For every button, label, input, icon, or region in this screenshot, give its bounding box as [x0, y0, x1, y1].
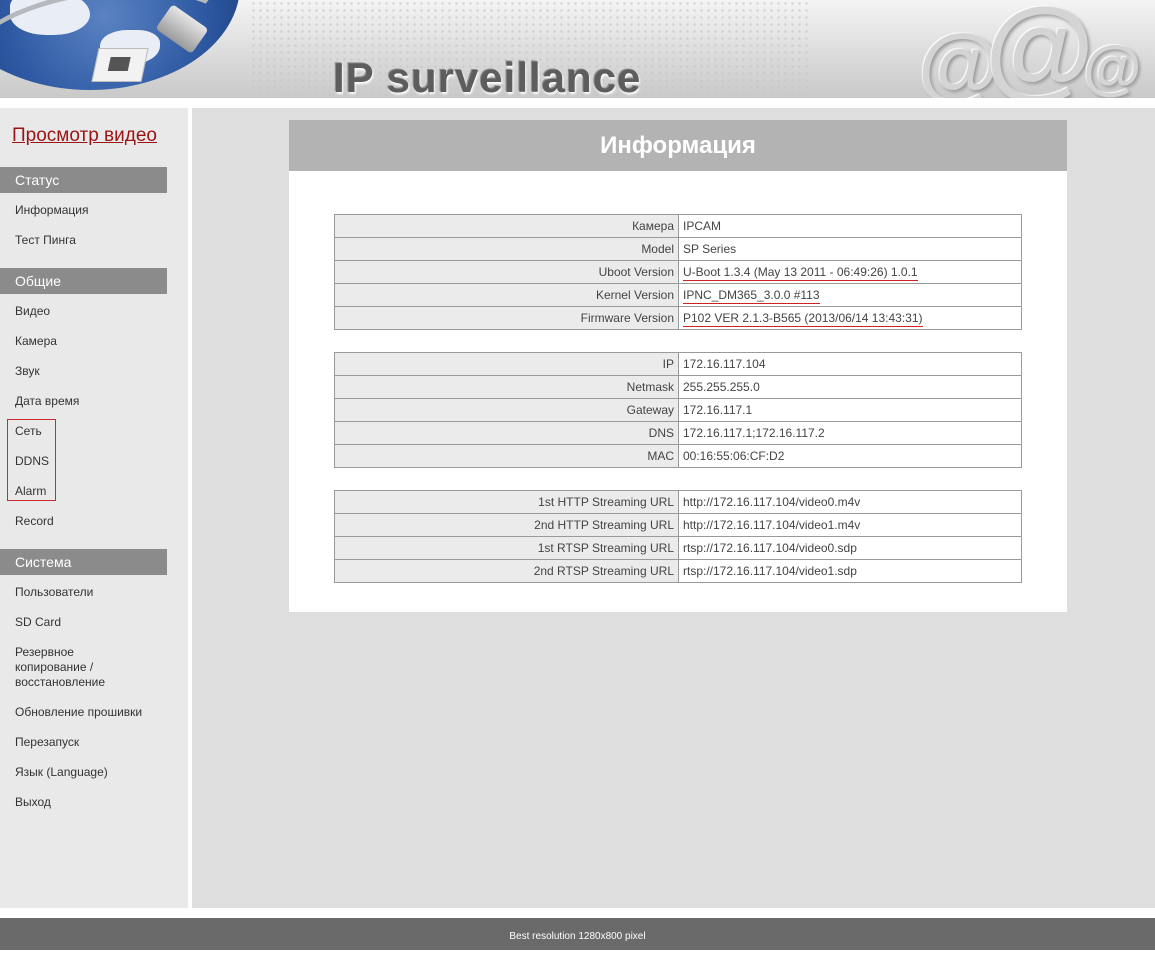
sidebar-item-ddns[interactable]: DDNS — [15, 454, 175, 469]
row-value: 172.16.117.1 — [678, 398, 1022, 422]
streaming-info-table: 1st HTTP Streaming URL http://172.16.117… — [334, 490, 1022, 583]
table-row: Камера IPCAM — [334, 214, 1022, 238]
main-content: Информация Камера IPCAM Model SP Series … — [192, 108, 1155, 908]
row-value: http://172.16.117.104/video0.m4v — [678, 490, 1022, 514]
sidebar-item-datetime[interactable]: Дата время — [15, 394, 175, 409]
sidebar-item-information[interactable]: Информация — [15, 203, 175, 218]
row-label: Model — [334, 237, 679, 261]
sidebar-item-ping-test[interactable]: Тест Пинга — [15, 233, 175, 248]
sidebar-item-users[interactable]: Пользователи — [15, 585, 175, 600]
row-label: 1st RTSP Streaming URL — [334, 536, 679, 560]
row-value: 00:16:55:06:CF:D2 — [678, 444, 1022, 468]
table-row: 2nd RTSP Streaming URL rtsp://172.16.117… — [334, 559, 1022, 583]
row-value: IPCAM — [678, 214, 1022, 238]
brand-title: IP surveillance — [333, 54, 642, 98]
row-value: 255.255.255.0 — [678, 375, 1022, 399]
row-label: DNS — [334, 421, 679, 445]
network-info-table: IP 172.16.117.104 Netmask 255.255.255.0 … — [334, 352, 1022, 468]
table-row: Netmask 255.255.255.0 — [334, 375, 1022, 399]
row-value: U-Boot 1.3.4 (May 13 2011 - 06:49:26) 1.… — [678, 260, 1022, 284]
table-row: 1st HTTP Streaming URL http://172.16.117… — [334, 490, 1022, 514]
ethernet-socket-icon — [91, 48, 149, 82]
info-panel: Информация Камера IPCAM Model SP Series … — [289, 120, 1067, 612]
device-info-table: Камера IPCAM Model SP Series Uboot Versi… — [334, 214, 1022, 330]
row-value: rtsp://172.16.117.104/video0.sdp — [678, 536, 1022, 560]
sidebar-item-backup-restore[interactable]: Резервное копирование / восстановление — [15, 645, 125, 690]
row-value: P102 VER 2.1.3-B565 (2013/06/14 13:43:31… — [678, 306, 1022, 330]
row-label: 1st HTTP Streaming URL — [334, 490, 679, 514]
row-label: Netmask — [334, 375, 679, 399]
table-row: 2nd HTTP Streaming URL http://172.16.117… — [334, 513, 1022, 537]
row-value: http://172.16.117.104/video1.m4v — [678, 513, 1022, 537]
row-value: IPNC_DM365_3.0.0 #113 — [678, 283, 1022, 307]
section-header-system: Система — [0, 549, 167, 575]
footer: Best resolution 1280x800 pixel — [0, 918, 1155, 950]
sidebar-item-firmware-update[interactable]: Обновление прошивки — [15, 705, 175, 720]
row-value: SP Series — [678, 237, 1022, 261]
sidebar-item-language[interactable]: Язык (Language) — [15, 765, 175, 780]
row-value: 172.16.117.1;172.16.117.2 — [678, 421, 1022, 445]
table-row: 1st RTSP Streaming URL rtsp://172.16.117… — [334, 536, 1022, 560]
row-label: IP — [334, 352, 679, 376]
sidebar-item-record[interactable]: Record — [15, 514, 175, 529]
sidebar: Просмотр видео Статус Информация Тест Пи… — [0, 108, 188, 908]
table-row: IP 172.16.117.104 — [334, 352, 1022, 376]
at-sign-icon: @ — [1083, 34, 1142, 98]
row-label: Uboot Version — [334, 260, 679, 284]
row-value: 172.16.117.104 — [678, 352, 1022, 376]
kernel-version-value: IPNC_DM365_3.0.0 #113 — [683, 288, 820, 304]
row-label: Kernel Version — [334, 283, 679, 307]
sidebar-item-reboot[interactable]: Перезапуск — [15, 735, 175, 750]
uboot-version-value: U-Boot 1.3.4 (May 13 2011 - 06:49:26) 1.… — [683, 265, 918, 281]
sidebar-item-audio[interactable]: Звук — [15, 364, 175, 379]
row-label: Gateway — [334, 398, 679, 422]
page-title: Информация — [289, 120, 1067, 171]
table-row: Uboot Version U-Boot 1.3.4 (May 13 2011 … — [334, 260, 1022, 284]
sidebar-item-logout[interactable]: Выход — [15, 795, 175, 810]
table-row: Gateway 172.16.117.1 — [334, 398, 1022, 422]
table-row: Kernel Version IPNC_DM365_3.0.0 #113 — [334, 283, 1022, 307]
table-row: MAC 00:16:55:06:CF:D2 — [334, 444, 1022, 468]
table-row: DNS 172.16.117.1;172.16.117.2 — [334, 421, 1022, 445]
sidebar-item-camera[interactable]: Камера — [15, 334, 175, 349]
firmware-version-value: P102 VER 2.1.3-B565 (2013/06/14 13:43:31… — [683, 311, 923, 327]
sidebar-item-alarm[interactable]: Alarm — [15, 484, 175, 499]
section-header-status: Статус — [0, 167, 167, 193]
section-header-general: Общие — [0, 268, 167, 294]
table-row: Firmware Version P102 VER 2.1.3-B565 (20… — [334, 306, 1022, 330]
row-label: MAC — [334, 444, 679, 468]
table-row: Model SP Series — [334, 237, 1022, 261]
header-banner: IP surveillance @ @ @ — [0, 0, 1155, 98]
video-view-link[interactable]: Просмотр видео — [12, 125, 157, 147]
row-value: rtsp://172.16.117.104/video1.sdp — [678, 559, 1022, 583]
row-label: Камера — [334, 214, 679, 238]
sidebar-item-video[interactable]: Видео — [15, 304, 175, 319]
sidebar-item-network[interactable]: Сеть — [15, 424, 175, 439]
row-label: 2nd RTSP Streaming URL — [334, 559, 679, 583]
sidebar-item-sd-card[interactable]: SD Card — [15, 615, 175, 630]
row-label: Firmware Version — [334, 306, 679, 330]
at-sign-icon: @ — [985, 0, 1095, 98]
row-label: 2nd HTTP Streaming URL — [334, 513, 679, 537]
